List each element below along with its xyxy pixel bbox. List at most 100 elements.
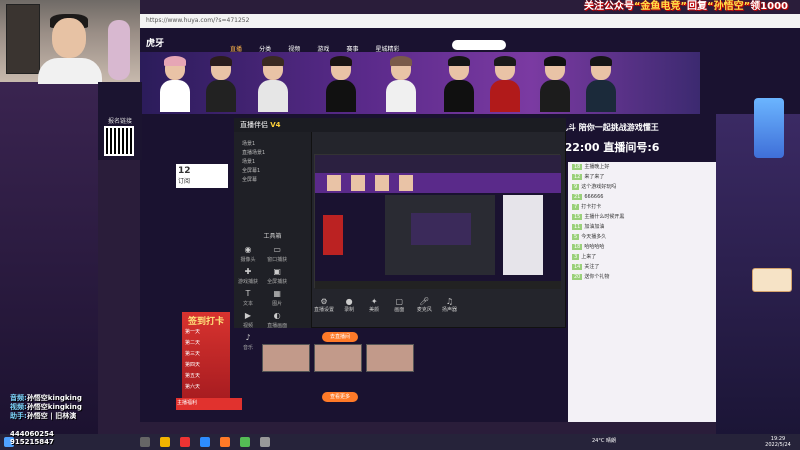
see-more-label: 查看更多 — [329, 394, 350, 400]
chat-message: 11 加油加油 — [568, 222, 716, 232]
tool-live[interactable]: ◐ 直播画面 — [265, 310, 289, 332]
see-more-button[interactable]: 查看更多 — [322, 392, 358, 402]
chat-text: 666666 — [584, 194, 604, 200]
btn-beauty[interactable]: ✦ 美颜 — [364, 297, 384, 313]
chat-text: 主播什么时候开黑 — [584, 214, 625, 220]
credit-role: 助手: — [10, 412, 27, 420]
banner-mid: 回复 — [687, 1, 707, 12]
tool-text[interactable]: T 文本 — [236, 288, 260, 310]
hero-person — [386, 56, 416, 112]
qr-code[interactable] — [104, 126, 134, 156]
scene-item[interactable]: 直播场景1 — [234, 149, 311, 158]
banner-keyword-2: “孙悟空” — [707, 1, 751, 12]
scene-item[interactable]: 全屏幕 — [234, 176, 311, 185]
tool-game[interactable]: ✚ 游戏捕获 — [236, 266, 260, 288]
level-badge: 12 — [572, 174, 583, 180]
tool-image[interactable]: ▦ 图片 — [265, 288, 289, 310]
obs-sidebar: 场景1 直播场景1 场景1 全屏幕1 全屏幕 工具箱 ◉ 摄像头 ▭ 窗口捕获 ✚ 游… — [234, 132, 312, 351]
btn-settings[interactable]: ⚙ 直播设置 — [314, 297, 334, 313]
taskbar-app-icon[interactable] — [220, 437, 230, 447]
taskbar-app-icon[interactable] — [160, 437, 170, 447]
hero-person — [326, 56, 356, 112]
subscribe-card[interactable]: 12 订阅 — [176, 164, 228, 188]
credit-role: 视频: — [10, 403, 27, 411]
qr-label: 报名链接 — [107, 118, 132, 125]
thumbnail[interactable] — [366, 344, 414, 372]
window-icon: ▭ — [273, 245, 281, 254]
obs-version-badge: V4 — [270, 121, 281, 129]
chat-message: 20 送你个礼物 — [568, 272, 716, 282]
text-icon: T — [245, 289, 251, 298]
chat-message: 3 上来了 — [568, 252, 716, 262]
thumbnail[interactable] — [314, 344, 362, 372]
taskbar-app-icon[interactable] — [180, 437, 190, 447]
signin-card[interactable]: 签到打卡 第一天 第二天 第三天 第四天 第五天 第六天 — [182, 312, 230, 400]
level-badge: 18 — [572, 164, 583, 170]
welfare-bar[interactable]: 主播福利 — [176, 398, 242, 410]
taskbar-app-icon[interactable] — [200, 437, 210, 447]
scene-item[interactable]: 场景1 — [234, 140, 311, 149]
tool-video[interactable]: ▶ 视频 — [236, 310, 260, 332]
settings-icon: ⚙ — [320, 297, 328, 306]
welfare-text: 主播福利 — [177, 400, 198, 406]
taskbar-app-icon[interactable] — [240, 437, 250, 447]
weather-widget[interactable]: 24°C 晴朗 — [592, 437, 632, 447]
tool-label: 摄像头 — [240, 257, 256, 263]
btn-canvas[interactable]: ▢ 画面 — [389, 297, 409, 313]
go-live-label: 去直播间 — [329, 334, 350, 340]
credits-overlay: 音频:孙悟空kingking 视频:孙悟空kingking 助手:孙悟空 | 旧… — [10, 394, 140, 424]
btn-record[interactable]: ● 录制 — [339, 297, 359, 313]
chat-text: 来了来了 — [584, 174, 605, 180]
tool-music[interactable]: ♪ 音乐 — [236, 332, 260, 354]
btn-label: 录制 — [344, 307, 355, 313]
chat-text: 今天播多久 — [581, 234, 607, 240]
credit-line: 助手:孙悟空 | 旧林演 — [10, 412, 140, 421]
mic-icon: 🎤︎ — [419, 297, 430, 306]
tool-window[interactable]: ▭ 窗口捕获 — [265, 244, 289, 266]
signin-row: 第六天 — [185, 384, 201, 390]
hero-person — [586, 56, 616, 112]
obs-titlebar: 直播伴侣 V4 — [234, 118, 566, 132]
gift-box[interactable] — [752, 268, 792, 292]
beauty-icon: ✦ — [370, 297, 378, 306]
tool-label: 直播画面 — [267, 323, 288, 329]
taskbar-app-icon[interactable] — [140, 437, 150, 447]
scene-item[interactable]: 全屏幕1 — [234, 167, 311, 176]
level-badge: 7 — [572, 204, 580, 210]
chat-message: 9 这个游戏好玩吗 — [568, 182, 716, 192]
music-icon: ♪ — [245, 333, 251, 342]
obs-bottom-bar: ⚙ 直播设置 ● 录制 ✦ 美颜 ▢ 画面 🎤︎ 麦克风 ♫ 扬声器 — [314, 296, 560, 320]
thumbnail[interactable] — [262, 344, 310, 372]
chat-message: 5 今天播多久 — [568, 232, 716, 242]
btn-mic[interactable]: 🎤︎ 麦克风 — [414, 297, 434, 313]
hero-banner[interactable] — [140, 52, 700, 114]
scene-item[interactable]: 场景1 — [234, 158, 311, 167]
chat-message: 12 来了来了 — [568, 172, 716, 182]
taskbar — [0, 434, 800, 450]
webcam-feed — [0, 0, 140, 84]
tool-fullscreen[interactable]: ▣ 全屏捕获 — [265, 266, 289, 288]
award-badge[interactable] — [754, 98, 784, 158]
taskbar-app-icon[interactable] — [260, 437, 270, 447]
go-live-button[interactable]: 去直播间 — [322, 332, 358, 342]
hero-person — [160, 56, 190, 112]
search-input[interactable] — [452, 40, 506, 50]
tools-grid: ◉ 摄像头 ▭ 窗口捕获 ✚ 游戏捕获 ▣ 全屏捕获 T 文本 ▦ 图片 ▶ 视频 ◐ 直播画面… — [234, 244, 311, 354]
thumbnail-row — [262, 344, 422, 374]
btn-speaker[interactable]: ♫ 扬声器 — [439, 297, 459, 313]
chat-message: 7 打卡打卡 — [568, 202, 716, 212]
address-bar[interactable]: https://www.huya.com/?s=471252 — [140, 14, 800, 28]
chat-text: 打卡打卡 — [581, 204, 602, 210]
clock[interactable]: 19:29 2022/5/24 — [758, 436, 798, 448]
banner-suffix: 领1000 — [750, 1, 788, 12]
site-logo[interactable]: 虎牙 — [146, 38, 196, 50]
obs-title: 直播伴侣 — [240, 121, 268, 129]
hero-person — [258, 56, 292, 112]
tool-label: 全屏捕获 — [267, 279, 288, 285]
chat-list: 18 主播晚上好 12 来了来了 9 这个游戏好玩吗 21 666666 7 打卡打卡 15 主播什么… — [568, 162, 716, 282]
credit-name: 孙悟空kingking — [26, 394, 82, 402]
chat-text: 哈哈哈哈 — [584, 244, 605, 250]
schedule-line-1: 乱斗 陪你一起挑战游戏懂王 — [560, 123, 659, 132]
tool-camera[interactable]: ◉ 摄像头 — [236, 244, 260, 266]
obs-preview[interactable] — [314, 154, 561, 289]
